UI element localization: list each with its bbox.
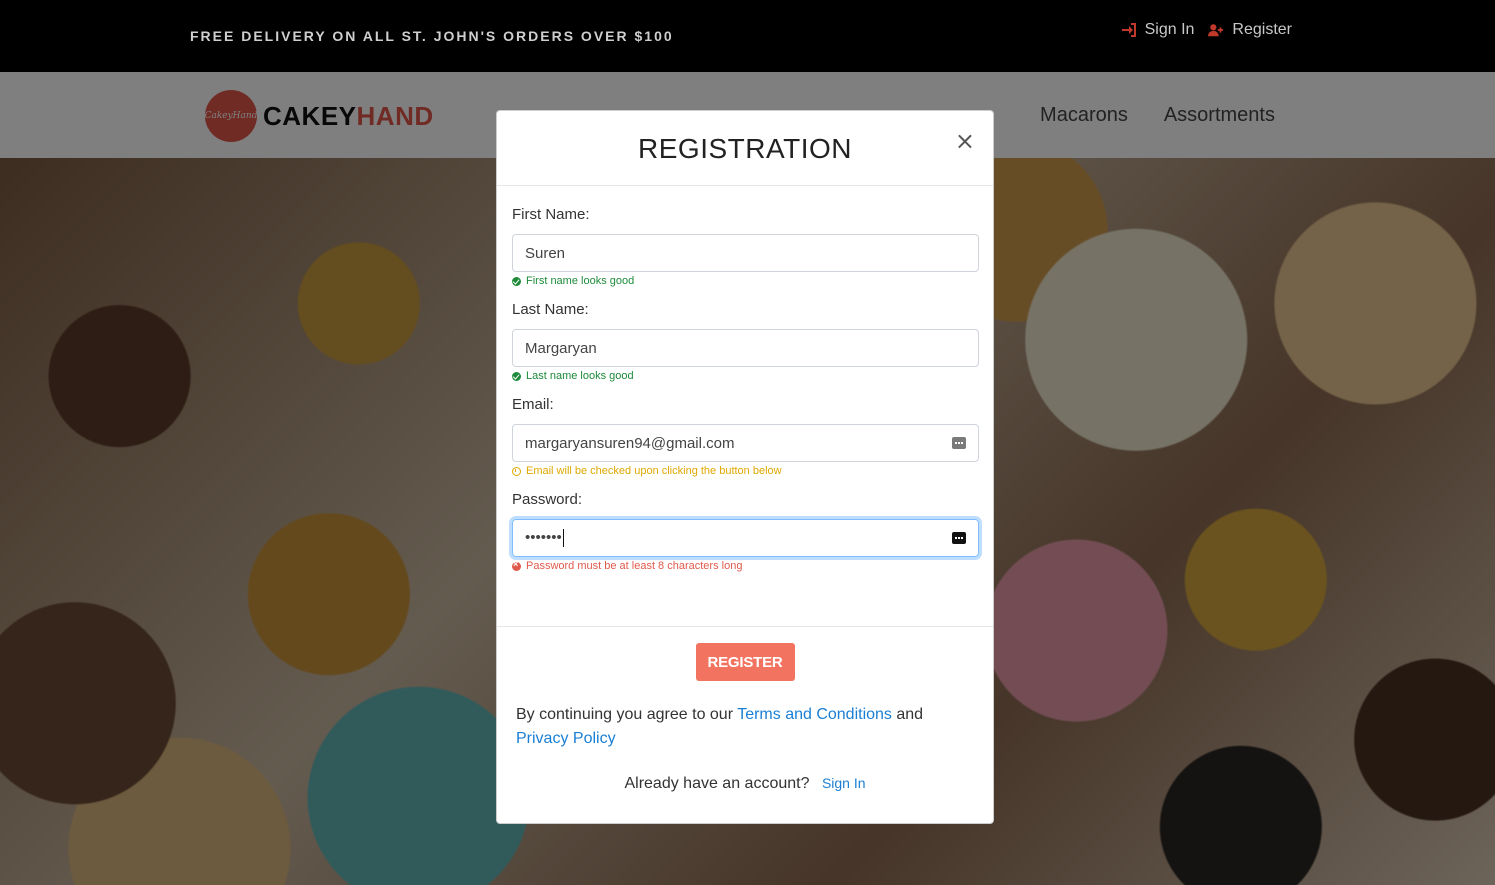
password-feedback: Password must be at least 8 characters l… <box>512 559 978 572</box>
email-value: margaryansuren94@gmail.com <box>525 434 735 452</box>
top-bar: FREE DELIVERY ON ALL ST. JOHN'S ORDERS O… <box>0 0 1495 72</box>
terms-and: and <box>891 706 924 723</box>
registration-form: First Name: Suren First name looks good … <box>497 186 993 627</box>
password-input[interactable]: ••••••• <box>512 519 979 557</box>
first-name-input[interactable]: Suren <box>512 234 979 272</box>
first-name-group: First Name: Suren First name looks good <box>512 206 979 287</box>
promo-text: FREE DELIVERY ON ALL ST. JOHN'S ORDERS O… <box>190 28 674 44</box>
signin-row: Already have an account? Sign In <box>497 775 993 793</box>
modal-footer: REGISTER By continuing you agree to our … <box>497 627 993 825</box>
first-name-value: Suren <box>525 244 566 262</box>
modal-title: REGISTRATION <box>638 133 852 164</box>
sign-in-label: Sign In <box>1144 21 1195 38</box>
register-label: Register <box>1232 21 1292 38</box>
modal-header: REGISTRATION × <box>497 111 993 186</box>
password-dots: ••••••• <box>525 528 562 546</box>
password-label: Password: <box>512 491 583 508</box>
info-circle-icon <box>512 466 521 476</box>
terms-prefix: By continuing you agree to our <box>516 706 738 723</box>
password-group: Password: ••••••• Password must be at le… <box>512 491 979 572</box>
email-input[interactable]: margaryansuren94@gmail.com <box>512 424 979 462</box>
last-name-group: Last Name: Margaryan Last name looks goo… <box>512 301 979 382</box>
autofill-icon[interactable] <box>952 532 966 544</box>
registration-modal: REGISTRATION × First Name: Suren First n… <box>496 110 994 824</box>
close-button[interactable]: × <box>955 129 975 153</box>
last-name-feedback: Last name looks good <box>512 370 978 382</box>
check-circle-icon <box>512 276 521 286</box>
email-feedback: Email will be checked upon clicking the … <box>512 465 978 477</box>
email-label: Email: <box>512 396 554 413</box>
privacy-link[interactable]: Privacy Policy <box>516 730 616 747</box>
first-name-feedback-text: First name looks good <box>526 275 635 287</box>
last-name-input[interactable]: Margaryan <box>512 329 979 367</box>
sign-in-link[interactable]: Sign In <box>1121 21 1195 39</box>
first-name-label: First Name: <box>512 206 590 223</box>
user-plus-icon <box>1208 24 1224 37</box>
already-account-text: Already have an account? <box>624 775 810 792</box>
register-button[interactable]: REGISTER <box>695 643 795 681</box>
register-link[interactable]: Register <box>1208 21 1292 39</box>
modal-sign-in-link[interactable]: Sign In <box>822 775 866 791</box>
check-circle-icon <box>512 371 521 381</box>
autofill-icon[interactable] <box>952 437 966 449</box>
terms-link[interactable]: Terms and Conditions <box>737 706 892 723</box>
email-feedback-text: Email will be checked upon clicking the … <box>526 465 782 477</box>
auth-links: Sign In Register <box>1121 21 1292 39</box>
first-name-feedback: First name looks good <box>512 275 978 287</box>
email-group: Email: margaryansuren94@gmail.com Email … <box>512 396 979 477</box>
password-feedback-text: Password must be at least 8 characters l… <box>526 560 743 572</box>
password-value: ••••••• <box>525 528 978 548</box>
last-name-label: Last Name: <box>512 301 589 318</box>
sign-in-icon <box>1121 23 1136 37</box>
text-caret <box>562 529 564 548</box>
last-name-value: Margaryan <box>525 339 597 357</box>
last-name-feedback-text: Last name looks good <box>526 370 634 382</box>
error-circle-icon <box>512 559 521 571</box>
terms-notice: By continuing you agree to our Terms and… <box>516 703 976 751</box>
